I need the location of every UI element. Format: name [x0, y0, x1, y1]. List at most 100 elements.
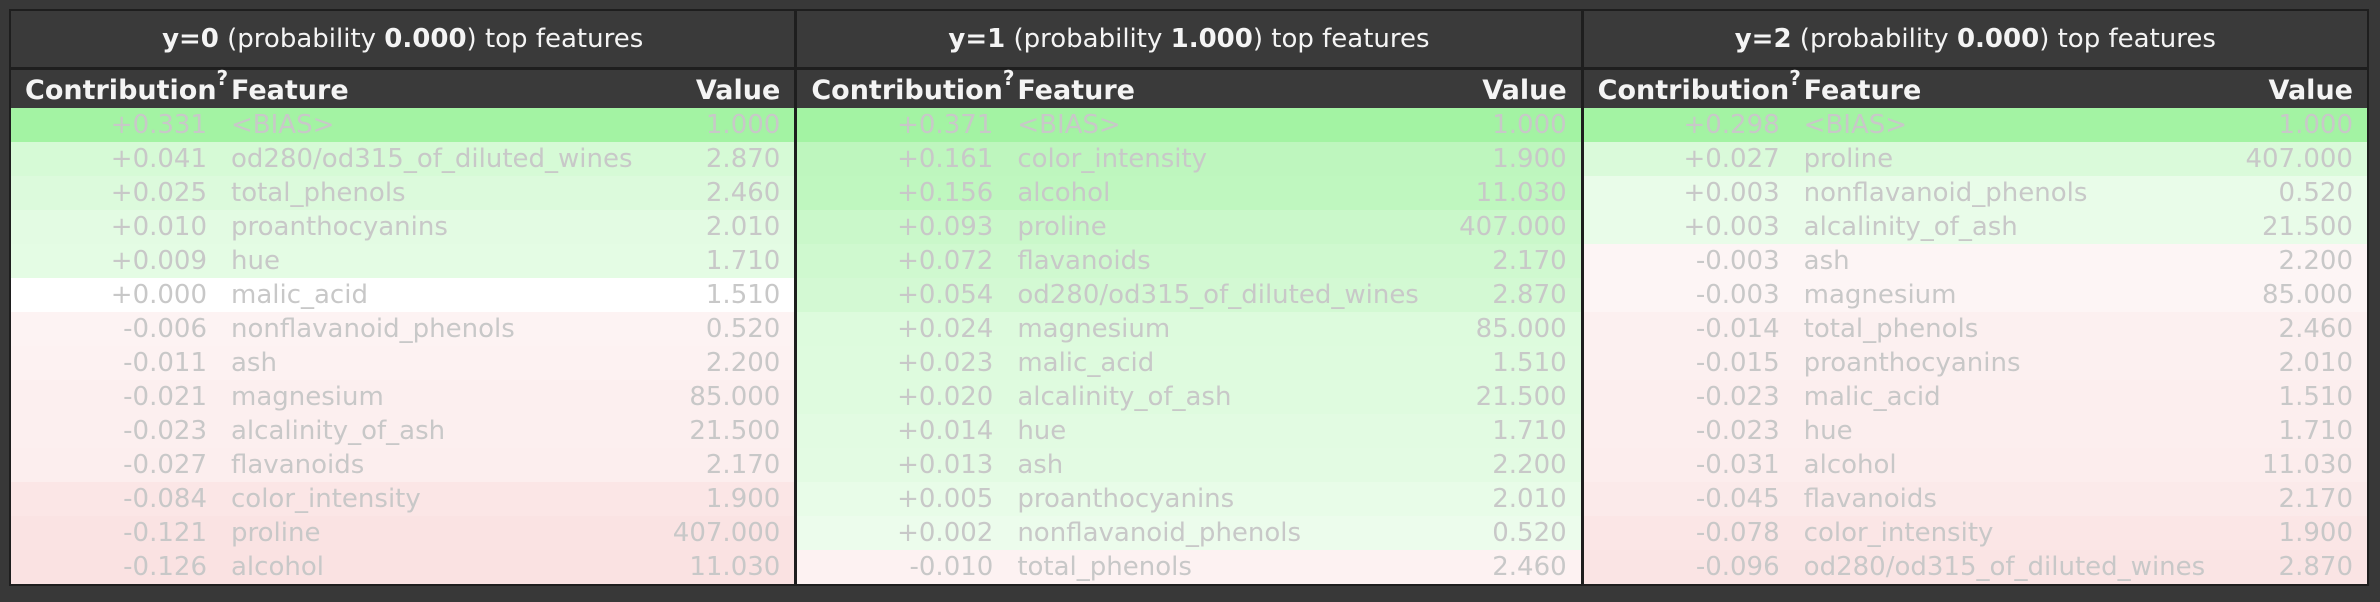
- feature-cell: <BIAS>: [1803, 110, 1908, 140]
- table-row: +0.072 flavanoids 2.170: [797, 244, 1581, 278]
- value-cell: 21.500: [2262, 212, 2353, 242]
- table-row: -0.023 alcalinity_of_ash 21.500: [11, 414, 795, 448]
- table-row: -0.023 malic_acid 1.510: [1583, 380, 2367, 414]
- help-icon[interactable]: ?: [1003, 66, 1015, 90]
- value-cell: 1.900: [705, 484, 781, 514]
- value-cell: 1.900: [1492, 144, 1567, 174]
- value-cell: 11.030: [2262, 450, 2353, 480]
- table-row: -0.014 total_phenols 2.460: [1583, 312, 2367, 346]
- contribution-cell: -0.015: [1695, 348, 1780, 378]
- feature-cell: malic_acid: [1803, 382, 1941, 412]
- table-row: -0.003 ash 2.200: [1583, 244, 2367, 278]
- feature-cell: od280/od315_of_diluted_wines: [1017, 280, 1419, 310]
- title-prefix: (probability: [1005, 24, 1171, 54]
- contribution-cell: -0.027: [123, 450, 207, 480]
- table-row: -0.045 flavanoids 2.170: [1583, 482, 2367, 516]
- contribution-cell: +0.161: [897, 144, 994, 174]
- feature-cell: nonflavanoid_phenols: [1803, 178, 2088, 208]
- class-probability: 0.000: [1956, 24, 2040, 54]
- value-cell: 2.460: [1492, 552, 1567, 582]
- explanation-tables: y=0 (probability 0.000) top features Con…: [9, 9, 2369, 586]
- class-panel-y0: y=0 (probability 0.000) top features Con…: [11, 11, 798, 584]
- feature-cell: od280/od315_of_diluted_wines: [231, 144, 633, 174]
- feature-cell: alcohol: [231, 552, 324, 582]
- value-cell: 1.510: [705, 280, 781, 310]
- help-icon[interactable]: ?: [217, 66, 229, 90]
- value-cell: 1.000: [705, 110, 781, 140]
- value-cell: 1.510: [1492, 348, 1567, 378]
- contribution-cell: -0.084: [123, 484, 207, 514]
- table-row: -0.031 alcohol 11.030: [1583, 448, 2367, 482]
- value-header: Value: [1482, 75, 1567, 106]
- feature-cell: total_phenols: [1017, 552, 1192, 582]
- feature-cell: flavanoids: [231, 450, 365, 480]
- feature-cell: malic_acid: [1017, 348, 1155, 378]
- feature-cell: hue: [231, 246, 280, 276]
- class-label: y=1: [948, 24, 1006, 54]
- feature-cell: hue: [1803, 416, 1853, 446]
- feature-rows: +0.371 <BIAS> 1.000 +0.161 color_intensity 1.…: [797, 108, 1581, 584]
- value-cell: 2.010: [2278, 348, 2353, 378]
- feature-rows: +0.298 <BIAS> 1.000 +0.027 proline 407.000 +0.…: [1583, 108, 2367, 584]
- title-prefix: (probability: [1791, 24, 1957, 54]
- table-row: +0.027 proline 407.000: [1583, 142, 2367, 176]
- table-row: +0.371 <BIAS> 1.000: [797, 108, 1581, 142]
- feature-cell: <BIAS>: [231, 110, 335, 140]
- value-cell: 2.170: [705, 450, 781, 480]
- contribution-cell: +0.027: [1683, 144, 1780, 174]
- contribution-cell: +0.010: [110, 212, 207, 242]
- value-cell: 1.710: [1492, 416, 1567, 446]
- table-row: +0.156 alcohol 11.030: [797, 176, 1581, 210]
- title-prefix: (probability: [218, 24, 385, 54]
- value-cell: 85.000: [1475, 314, 1567, 344]
- contribution-header: Contribution?: [1584, 66, 1804, 106]
- contribution-cell: -0.021: [123, 382, 207, 412]
- class-label: y=2: [1734, 24, 1792, 54]
- value-cell: 407.000: [1459, 212, 1567, 242]
- table-row: -0.015 proanthocyanins 2.010: [1583, 346, 2367, 380]
- title-suffix: ) top features: [1252, 24, 1430, 54]
- table-row: -0.084 color_intensity 1.900: [11, 482, 795, 516]
- feature-cell: proline: [1803, 144, 1894, 174]
- contribution-cell: +0.002: [897, 518, 994, 548]
- column-headers: Contribution? Feature Value: [11, 66, 795, 108]
- value-cell: 407.000: [2245, 144, 2353, 174]
- value-cell: 11.030: [689, 552, 781, 582]
- panel-title: y=1 (probability 1.000) top features: [797, 11, 1581, 70]
- value-cell: 2.870: [2278, 552, 2353, 582]
- contribution-header-label: Contribution: [25, 75, 217, 106]
- value-cell: 85.000: [2262, 280, 2353, 310]
- table-row: +0.009 hue 1.710: [11, 244, 795, 278]
- title-suffix: ) top features: [466, 24, 644, 54]
- value-cell: 1.510: [2278, 382, 2353, 412]
- table-row: -0.078 color_intensity 1.900: [1583, 516, 2367, 550]
- table-row: +0.298 <BIAS> 1.000: [1583, 108, 2367, 142]
- contribution-cell: +0.331: [110, 110, 207, 140]
- value-cell: 2.010: [1492, 484, 1567, 514]
- contribution-header-label: Contribution: [1597, 75, 1790, 106]
- table-row: +0.025 total_phenols 2.460: [11, 176, 795, 210]
- table-row: +0.013 ash 2.200: [797, 448, 1581, 482]
- table-row: -0.006 nonflavanoid_phenols 0.520: [11, 312, 795, 346]
- feature-cell: alcohol: [1803, 450, 1897, 480]
- table-row: +0.331 <BIAS> 1.000: [11, 108, 795, 142]
- value-cell: 2.870: [1492, 280, 1567, 310]
- feature-header: Feature: [1803, 75, 1922, 106]
- contribution-cell: +0.371: [897, 110, 994, 140]
- feature-cell: magnesium: [1803, 280, 1957, 310]
- feature-cell: flavanoids: [1803, 484, 1937, 514]
- feature-cell: ash: [1017, 450, 1064, 480]
- panel-title: y=0 (probability 0.000) top features: [11, 11, 795, 70]
- value-cell: 0.520: [705, 314, 781, 344]
- feature-cell: color_intensity: [1803, 518, 1994, 548]
- help-icon[interactable]: ?: [1789, 66, 1801, 90]
- contribution-cell: -0.023: [1695, 416, 1780, 446]
- feature-cell: color_intensity: [231, 484, 421, 514]
- contribution-cell: -0.003: [1695, 246, 1780, 276]
- feature-cell: proline: [1017, 212, 1107, 242]
- class-probability: 0.000: [384, 24, 467, 54]
- value-cell: 2.170: [2278, 484, 2353, 514]
- contribution-cell: -0.023: [123, 416, 207, 446]
- feature-cell: alcohol: [1017, 178, 1111, 208]
- contribution-cell: -0.023: [1695, 382, 1780, 412]
